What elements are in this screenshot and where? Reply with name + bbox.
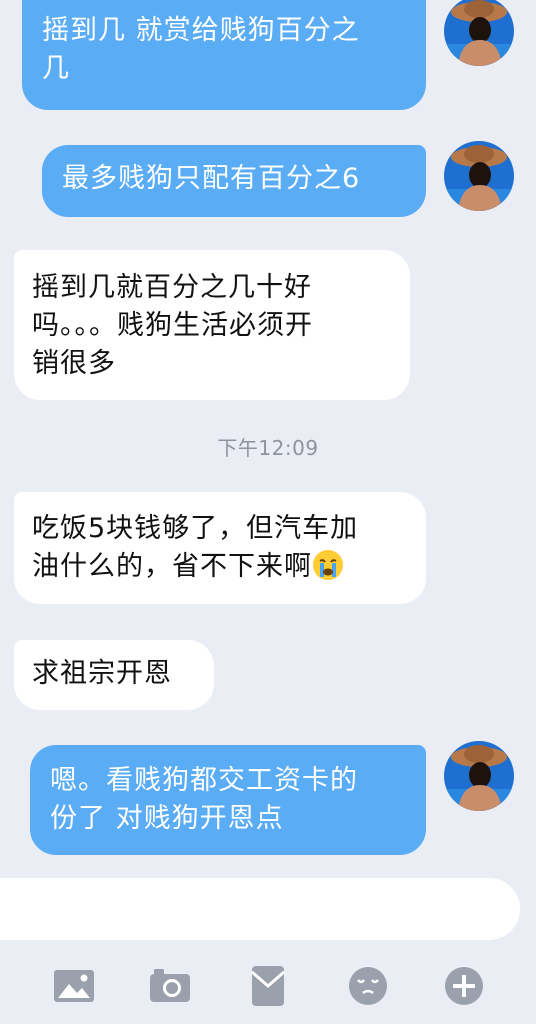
emoji-icon[interactable] xyxy=(344,962,392,1010)
image-icon[interactable] xyxy=(50,962,98,1010)
message-line: 求祖宗开恩 xyxy=(32,658,172,689)
message-line: 吃饭5块钱够了，但汽车加 xyxy=(32,513,359,544)
red-packet-icon[interactable] xyxy=(244,962,292,1010)
avatar-photo-icon xyxy=(444,0,514,66)
message-line: 摇到几就百分之几十好 xyxy=(32,272,312,303)
outgoing-message-bubble[interactable]: 摇到几 就赏给贱狗百分之 几 xyxy=(22,0,426,110)
message-line: 摇到几 就赏给贱狗百分之 xyxy=(42,15,360,46)
camera-icon[interactable] xyxy=(146,962,194,1010)
avatar-photo-icon xyxy=(444,741,514,811)
message-line: 最多贱狗只配有百分之6 xyxy=(62,163,361,194)
outgoing-message-bubble[interactable]: 嗯。看贱狗都交工资卡的 份了 对贱狗开恩点 xyxy=(30,745,426,855)
avatar[interactable] xyxy=(444,741,514,811)
crying-face-emoji-icon xyxy=(313,550,343,580)
avatar-photo-icon xyxy=(444,141,514,211)
plus-icon[interactable] xyxy=(440,962,488,1010)
message-line: 油什么的，省不下来啊 xyxy=(32,548,408,586)
timestamp: 下午12:09 xyxy=(217,436,319,460)
avatar[interactable] xyxy=(444,141,514,211)
incoming-message-bubble[interactable]: 吃饭5块钱够了，但汽车加 油什么的，省不下来啊 xyxy=(14,492,426,604)
avatar[interactable] xyxy=(444,0,514,66)
bottom-toolbar xyxy=(0,948,536,1024)
message-line-text: 油什么的，省不下来啊 xyxy=(32,551,312,582)
message-line: 几 xyxy=(42,53,70,84)
message-line: 份了 对贱狗开恩点 xyxy=(50,803,284,834)
message-input[interactable] xyxy=(0,878,520,940)
message-line: 吗。。。贱狗生活必须开 xyxy=(32,310,313,341)
message-line: 嗯。看贱狗都交工资卡的 xyxy=(50,765,358,796)
message-line: 销很多 xyxy=(32,348,116,379)
incoming-message-bubble[interactable]: 摇到几就百分之几十好 吗。。。贱狗生活必须开 销很多 xyxy=(14,250,410,400)
outgoing-message-bubble[interactable]: 最多贱狗只配有百分之6 xyxy=(42,145,426,217)
incoming-message-bubble[interactable]: 求祖宗开恩 xyxy=(14,640,214,710)
